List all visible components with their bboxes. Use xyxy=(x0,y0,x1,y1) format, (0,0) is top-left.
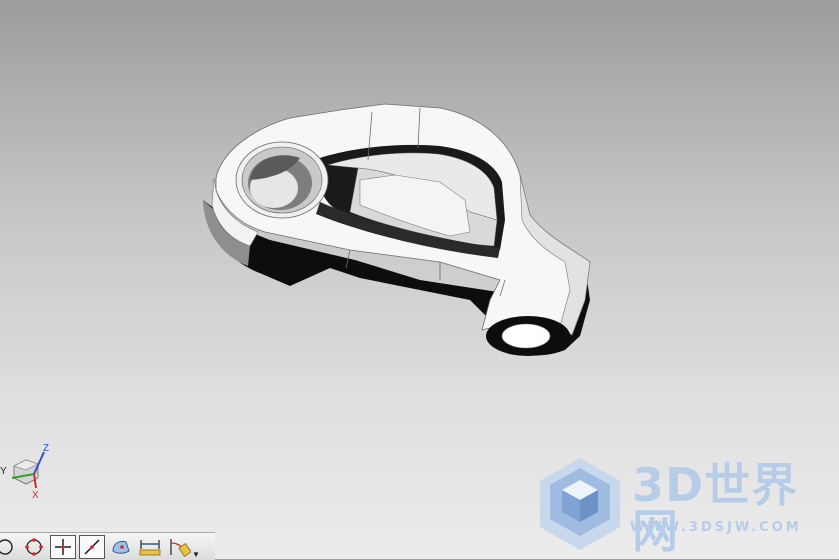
end-hole xyxy=(501,323,551,349)
line-point-icon xyxy=(84,539,100,554)
distance-button[interactable] xyxy=(137,535,163,559)
quadrant-point-icon xyxy=(25,537,43,556)
quadrant-point-button[interactable] xyxy=(21,535,47,559)
crosshair-point-icon xyxy=(55,538,71,555)
z-axis-label: Z xyxy=(43,443,49,454)
line-point-button[interactable] xyxy=(79,534,105,559)
face-point-icon xyxy=(112,540,130,554)
watermark-url: WWW.3DSJW.COM xyxy=(630,520,802,535)
circle-snap-button[interactable] xyxy=(0,535,18,559)
watermark: 3D世界网 WWW.3DSJW.COM xyxy=(534,454,834,554)
y-axis-label: Y xyxy=(0,466,7,477)
toolbar-overflow-button[interactable]: ▼ xyxy=(192,535,200,559)
crosshair-point-button[interactable] xyxy=(50,534,76,559)
watermark-title: 3D世界网 xyxy=(632,458,799,558)
watermark-logo-icon xyxy=(540,458,620,550)
view-triad[interactable]: Z Y X xyxy=(0,438,60,504)
face-point-button[interactable] xyxy=(108,535,134,559)
circle-snap-icon xyxy=(0,538,13,555)
angle-button[interactable] xyxy=(166,535,192,559)
snap-toolbar: ▼ xyxy=(0,532,215,560)
dropdown-arrow-icon: ▼ xyxy=(192,549,200,559)
angle-icon xyxy=(170,538,191,557)
x-axis-label: X xyxy=(32,490,39,501)
distance-icon xyxy=(139,539,161,555)
graphics-viewport[interactable]: Z Y X 3D世界网 WWW.3DSJW.COM xyxy=(0,0,839,559)
